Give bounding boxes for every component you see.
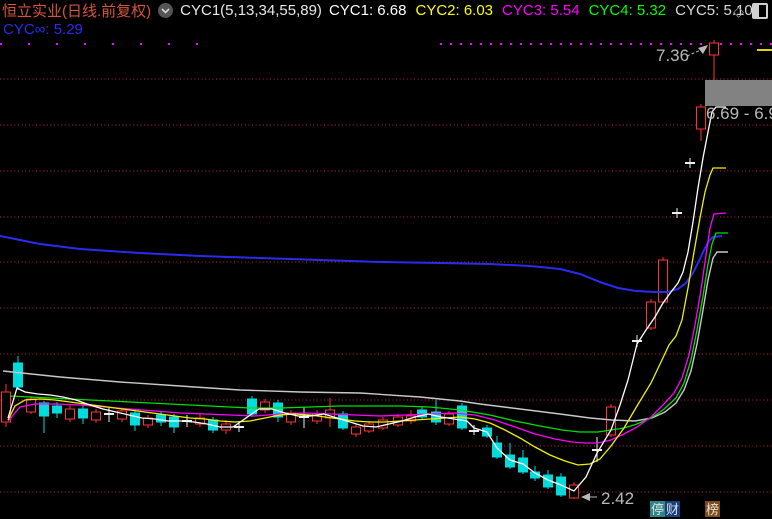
- indicator-badge[interactable]: 停: [650, 501, 665, 517]
- high-price-label: 7.36: [656, 46, 689, 65]
- chevron-down-icon[interactable]: [158, 3, 173, 18]
- indicator-badge[interactable]: 财: [665, 501, 680, 517]
- candle-down: [519, 458, 528, 472]
- candle-up: [92, 412, 101, 420]
- candle-up: [365, 424, 374, 431]
- indicator-name[interactable]: CYC1(5,13,34,55,89): [180, 2, 322, 19]
- legend-item: CYC2: 6.03: [415, 2, 493, 19]
- candle-down: [79, 409, 88, 418]
- ma-line-cyc-inf: [0, 236, 722, 292]
- legend-item: CYC3: 5.54: [502, 2, 580, 19]
- legend-item: CYC4: 5.32: [589, 2, 667, 19]
- low-price-arrow-head: [581, 493, 590, 501]
- candle-down: [14, 363, 23, 387]
- stock-title[interactable]: 恒立实业(日线.前复权): [2, 0, 151, 21]
- candle-up: [66, 409, 75, 419]
- cyc-infinity-label: CYC∞: 5.29: [3, 21, 83, 38]
- chart-header: 恒立实业(日线.前复权) CYC1(5,13,34,55,89) CYC1: 6…: [2, 1, 732, 20]
- legend-item: CYC1: 6.68: [329, 2, 407, 19]
- stock-chart-window: 7.36 2.42 6.69 - 6.9 恒立实业(日线.前复权) CYC1(5,1…: [0, 0, 772, 519]
- candle-up: [647, 302, 656, 328]
- candle-up: [352, 427, 361, 434]
- price-range-label: 6.69 - 6.9: [706, 104, 772, 123]
- candle-down: [53, 406, 62, 413]
- cyc-infinity-readout: CYC∞: 5.29: [3, 21, 83, 38]
- candle-down: [170, 417, 179, 427]
- ma-line-cyc5-89: [3, 252, 728, 421]
- candle-up: [659, 260, 668, 302]
- candle-up: [710, 43, 719, 55]
- candlestick-chart[interactable]: 7.36 2.42 6.69 - 6.9: [0, 0, 772, 519]
- candle-down: [40, 403, 49, 416]
- candle-down: [493, 443, 502, 457]
- indicator-badge[interactable]: 榜: [705, 501, 720, 517]
- high-price-arrow-head: [698, 45, 708, 54]
- low-price-label: 2.42: [601, 489, 634, 508]
- diamond-icon[interactable]: ◇: [733, 4, 744, 18]
- split-panel-icon[interactable]: [752, 3, 768, 19]
- candle-up: [697, 107, 706, 129]
- candle-down: [131, 413, 140, 425]
- info-box[interactable]: [705, 80, 772, 106]
- header-tools: ◇: [733, 3, 768, 19]
- ma-line-cyc1-5: [8, 107, 726, 491]
- indicator-legend: CYC1: 6.68 CYC2: 6.03 CYC3: 5.54 CYC4: 5.32…: [329, 2, 753, 19]
